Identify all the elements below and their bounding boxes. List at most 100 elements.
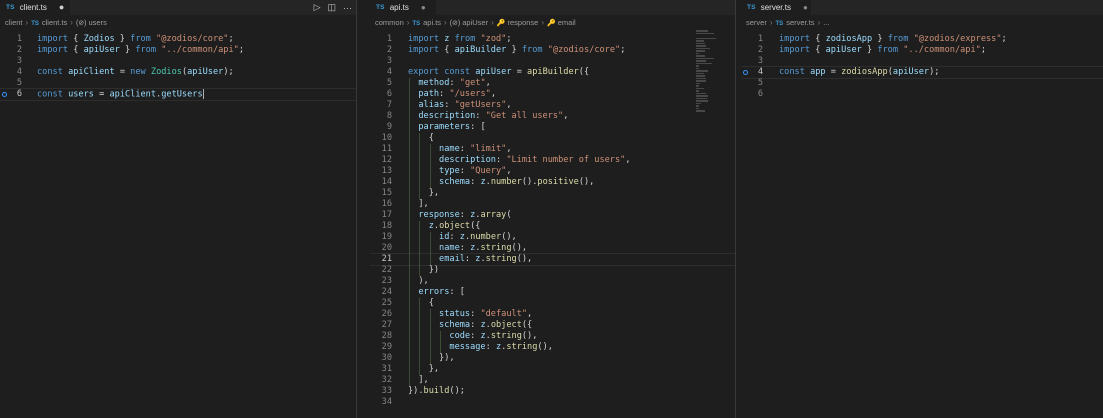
split-editor-icon[interactable]: ◫ xyxy=(327,2,336,13)
code-line[interactable]: 10 { xyxy=(370,133,735,144)
code-line[interactable]: 1 import { Zodios } from "@zodios/core"; xyxy=(0,34,356,45)
editor-pane-api: TS api.ts ● common › TS api.ts › (⊘) apiUser › 🔑… xyxy=(370,0,735,418)
code-line[interactable]: 13 type: "Query", xyxy=(370,166,735,177)
code-token-plain: ({ xyxy=(578,67,590,77)
code-line[interactable]: 2 import { apiUser } from "../common/api"… xyxy=(0,45,356,56)
code-line[interactable]: 29 message: z.string(), xyxy=(370,342,735,353)
code-line[interactable]: 23 ), xyxy=(370,276,735,287)
code-line[interactable]: 24 errors: [ xyxy=(370,287,735,298)
line-number: 22 xyxy=(381,265,392,275)
code-line[interactable]: 16 ], xyxy=(370,199,735,210)
code-line[interactable]: 6 path: "/users", xyxy=(370,89,735,100)
code-line[interactable]: 20 name: z.string(), xyxy=(370,243,735,254)
code-editor[interactable]: 1 import { zodiosApp } from "@zodios/expr… xyxy=(741,30,1103,418)
code-line[interactable]: 5 xyxy=(741,78,1103,89)
pane-divider[interactable] xyxy=(735,0,736,418)
breadcrumb-item-folder[interactable]: common xyxy=(375,18,404,27)
code-line[interactable]: 3 xyxy=(741,56,1103,67)
code-line[interactable]: 9 parameters: [ xyxy=(370,122,735,133)
code-text: import { zodiosApp } from "@zodios/expre… xyxy=(779,34,1007,45)
code-line[interactable]: 1 import { zodiosApp } from "@zodios/expr… xyxy=(741,34,1103,45)
code-token-string: "@zodios/express" xyxy=(913,34,1002,44)
code-token-plain: = xyxy=(511,67,528,77)
code-line[interactable]: 5 xyxy=(0,78,356,89)
code-line[interactable]: 6 xyxy=(741,89,1103,100)
code-line[interactable]: 17 response: z.array( xyxy=(370,210,735,221)
breadcrumb-item-file[interactable]: TS client.ts xyxy=(31,18,67,27)
code-token-plain: ({ xyxy=(521,320,533,330)
current-code-line[interactable]: 21 email: z.string(), xyxy=(370,253,735,266)
indent-guide xyxy=(429,309,431,364)
tab-server-ts[interactable]: TS server.ts ● xyxy=(741,0,811,15)
tab-client-ts[interactable]: TS client.ts ● xyxy=(0,0,70,15)
code-line[interactable]: 2 import { apiBuilder } from "@zodios/cor… xyxy=(370,45,735,56)
breakpoint-hint-icon[interactable] xyxy=(743,70,748,75)
code-line[interactable]: 26 status: "default", xyxy=(370,309,735,320)
breadcrumb-label: apiUser xyxy=(462,18,489,27)
breadcrumb: client › TS client.ts › (⊘) users xyxy=(0,15,356,30)
current-code-line[interactable]: 6 const users = apiClient.getUsers xyxy=(0,88,356,101)
breadcrumb-item-folder[interactable]: server xyxy=(746,18,767,27)
code-editor[interactable]: 1 import { Zodios } from "@zodios/core"; 2… xyxy=(0,30,356,418)
code-token-plain: : [ xyxy=(449,287,465,297)
code-line[interactable]: 2 import { apiUser } from "../common/api"… xyxy=(741,45,1103,56)
current-code-line[interactable]: 4 const app = zodiosApp(apiUser); xyxy=(741,66,1103,79)
breadcrumb-item-symbol[interactable]: (⊘) users xyxy=(76,18,107,27)
code-line[interactable]: 15 }, xyxy=(370,188,735,199)
code-line[interactable]: 32 ], xyxy=(370,375,735,386)
code-line[interactable]: 14 schema: z.number().positive(), xyxy=(370,177,735,188)
unsaved-dot-icon[interactable]: ● xyxy=(59,0,64,15)
code-token-keyword: const xyxy=(37,89,63,100)
code-line[interactable]: 8 description: "Get all users", xyxy=(370,111,735,122)
code-line[interactable]: 4 export const apiUser = apiBuilder({ xyxy=(370,67,735,78)
code-token-string: "limit" xyxy=(470,144,507,154)
code-line[interactable]: 7 alias: "getUsers", xyxy=(370,100,735,111)
tab-api-ts[interactable]: TS api.ts ● xyxy=(370,0,436,15)
code-line[interactable]: 22 }) xyxy=(370,265,735,276)
breadcrumb-item-folder[interactable]: client xyxy=(5,18,23,27)
pane-divider[interactable] xyxy=(356,0,357,418)
unsaved-dot-icon[interactable]: ● xyxy=(803,0,808,15)
code-line[interactable]: 27 schema: z.object({ xyxy=(370,320,735,331)
line-number: 23 xyxy=(381,276,392,286)
unsaved-dot-icon[interactable]: ● xyxy=(421,0,426,15)
line-number: 34 xyxy=(381,397,392,407)
breadcrumb-item-file[interactable]: TS server.ts xyxy=(776,18,815,27)
code-text: type: "Query", xyxy=(408,166,511,177)
code-token-keyword: import xyxy=(779,45,811,55)
code-line[interactable]: 3 xyxy=(370,56,735,67)
breadcrumb-item-plain[interactable]: ... xyxy=(823,18,829,27)
code-line[interactable]: 28 code: z.string(), xyxy=(370,331,735,342)
code-line[interactable]: 30 }), xyxy=(370,353,735,364)
code-text: description: "Get all users", xyxy=(408,111,568,122)
code-line[interactable]: 19 id: z.number(), xyxy=(370,232,735,243)
breakpoint-hint-icon[interactable] xyxy=(2,92,7,97)
more-actions-icon[interactable]: ··· xyxy=(343,3,352,13)
code-line[interactable]: 4 const apiClient = new Zodios(apiUser); xyxy=(0,67,356,78)
code-text: response: z.array( xyxy=(408,210,511,221)
code-line[interactable]: 5 method: "get", xyxy=(370,78,735,89)
code-line[interactable]: 34 xyxy=(370,397,735,408)
minimap[interactable] xyxy=(696,30,718,113)
run-icon[interactable]: ▷ xyxy=(314,2,321,13)
breadcrumb-item-symbol[interactable]: 🔑 email xyxy=(547,18,576,27)
breadcrumb-item-file[interactable]: TS api.ts xyxy=(412,18,441,27)
code-line[interactable]: 11 name: "limit", xyxy=(370,144,735,155)
code-line[interactable]: 33}).build(); xyxy=(370,386,735,397)
breadcrumb-item-symbol[interactable]: 🔑 response xyxy=(497,18,539,27)
code-line[interactable]: 25 { xyxy=(370,298,735,309)
breadcrumb-label: response xyxy=(507,18,539,27)
code-token-plain: { xyxy=(810,45,826,55)
code-line[interactable]: 3 xyxy=(0,56,356,67)
code-token-plain: = xyxy=(825,67,842,77)
code-line[interactable]: 12 description: "Limit number of users", xyxy=(370,155,735,166)
code-token-plain: : xyxy=(470,177,481,187)
code-line[interactable]: 31 }, xyxy=(370,364,735,375)
breadcrumb-item-symbol[interactable]: (⊘) apiUser xyxy=(450,18,488,27)
chevron-right-icon: › xyxy=(817,18,821,27)
code-editor[interactable]: 1 import z from "zod"; 2 import { apiBuilde… xyxy=(370,30,735,418)
code-line[interactable]: 1 import z from "zod"; xyxy=(370,34,735,45)
code-line[interactable]: 18 z.object({ xyxy=(370,221,735,232)
minimap-line xyxy=(696,65,699,67)
editor-actions: ▷ ◫ ··· xyxy=(314,0,352,15)
